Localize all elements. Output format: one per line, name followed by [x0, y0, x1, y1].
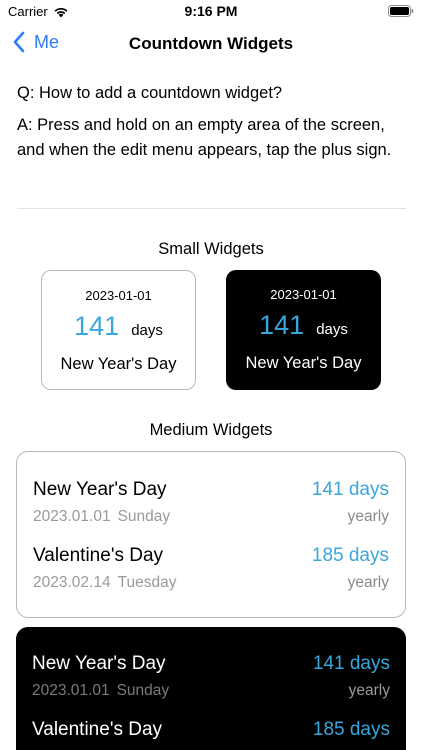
- medium-widget-dark[interactable]: New Year's Day 141 days 2023.01.01 Sunday…: [16, 627, 406, 750]
- event-weekday: Sunday: [117, 508, 171, 525]
- small-widget-light[interactable]: 2023-01-01 141 days New Year's Day: [41, 270, 196, 390]
- event-date: 2023.02.14 Tuesday: [33, 574, 176, 592]
- event-weekday: Sunday: [116, 682, 170, 699]
- event-date-value: 2023.02.14: [33, 574, 111, 591]
- faq-answer: A: Press and hold on an empty area of th…: [17, 116, 392, 159]
- navigation-bar: Me Countdown Widgets: [0, 26, 422, 62]
- event-date: 2023.01.01 Sunday: [32, 682, 169, 700]
- days-count: 141: [259, 310, 305, 340]
- battery-icon: [388, 5, 414, 17]
- medium-widget-light[interactable]: New Year's Day 141 days 2023.01.01 Sunday…: [16, 451, 406, 618]
- small-widget-dark[interactable]: 2023-01-01 141 days New Year's Day: [226, 270, 381, 390]
- event-date-value: 2023.01.01: [33, 508, 111, 525]
- faq-question: Q: How to add a countdown widget?: [17, 84, 283, 102]
- days-remaining: 185 days: [311, 545, 389, 566]
- event-date: 2023.01.01 Sunday: [33, 508, 170, 526]
- event-weekday: Tuesday: [117, 574, 177, 591]
- repeat-label: yearly: [347, 508, 389, 525]
- divider: [17, 208, 406, 209]
- widget-countdown: 141 days: [226, 310, 381, 341]
- widget-event-row: New Year's Day 141 days 2023.01.01 Sunday…: [17, 479, 405, 534]
- event-name: New Year's Day: [245, 354, 362, 372]
- widget-countdown: 141 days: [42, 311, 195, 342]
- status-bar: Carrier 9:16 PM: [0, 0, 422, 22]
- days-remaining: 141 days: [311, 479, 389, 500]
- medium-widgets-heading: Medium Widgets: [149, 421, 273, 439]
- status-time: 9:16 PM: [184, 3, 238, 19]
- event-name: Valentine's Day: [33, 545, 164, 566]
- days-remaining: 185 days: [312, 719, 390, 740]
- widget-event-row: Valentine's Day 185 days 2023.02.14 Tuesd…: [17, 545, 405, 600]
- small-widgets-heading: Small Widgets: [158, 240, 264, 258]
- days-unit: days: [316, 321, 348, 338]
- page-title: Countdown Widgets: [128, 34, 294, 53]
- days-count: 141: [74, 311, 120, 341]
- event-name: Valentine's Day: [32, 719, 163, 740]
- repeat-label: yearly: [347, 574, 389, 591]
- event-date-value: 2023.01.01: [32, 682, 110, 699]
- days-unit: days: [131, 322, 163, 339]
- repeat-label: yearly: [348, 682, 390, 699]
- days-remaining: 141 days: [312, 653, 390, 674]
- widget-date: 2023-01-01: [270, 287, 337, 302]
- event-name: New Year's Day: [60, 355, 177, 373]
- widget-event-row: Valentine's Day 185 days: [16, 719, 406, 750]
- event-name: New Year's Day: [32, 653, 166, 674]
- event-name: New Year's Day: [33, 479, 167, 500]
- widget-date: 2023-01-01: [85, 288, 152, 303]
- widget-event-row: New Year's Day 141 days 2023.01.01 Sunday…: [16, 653, 406, 708]
